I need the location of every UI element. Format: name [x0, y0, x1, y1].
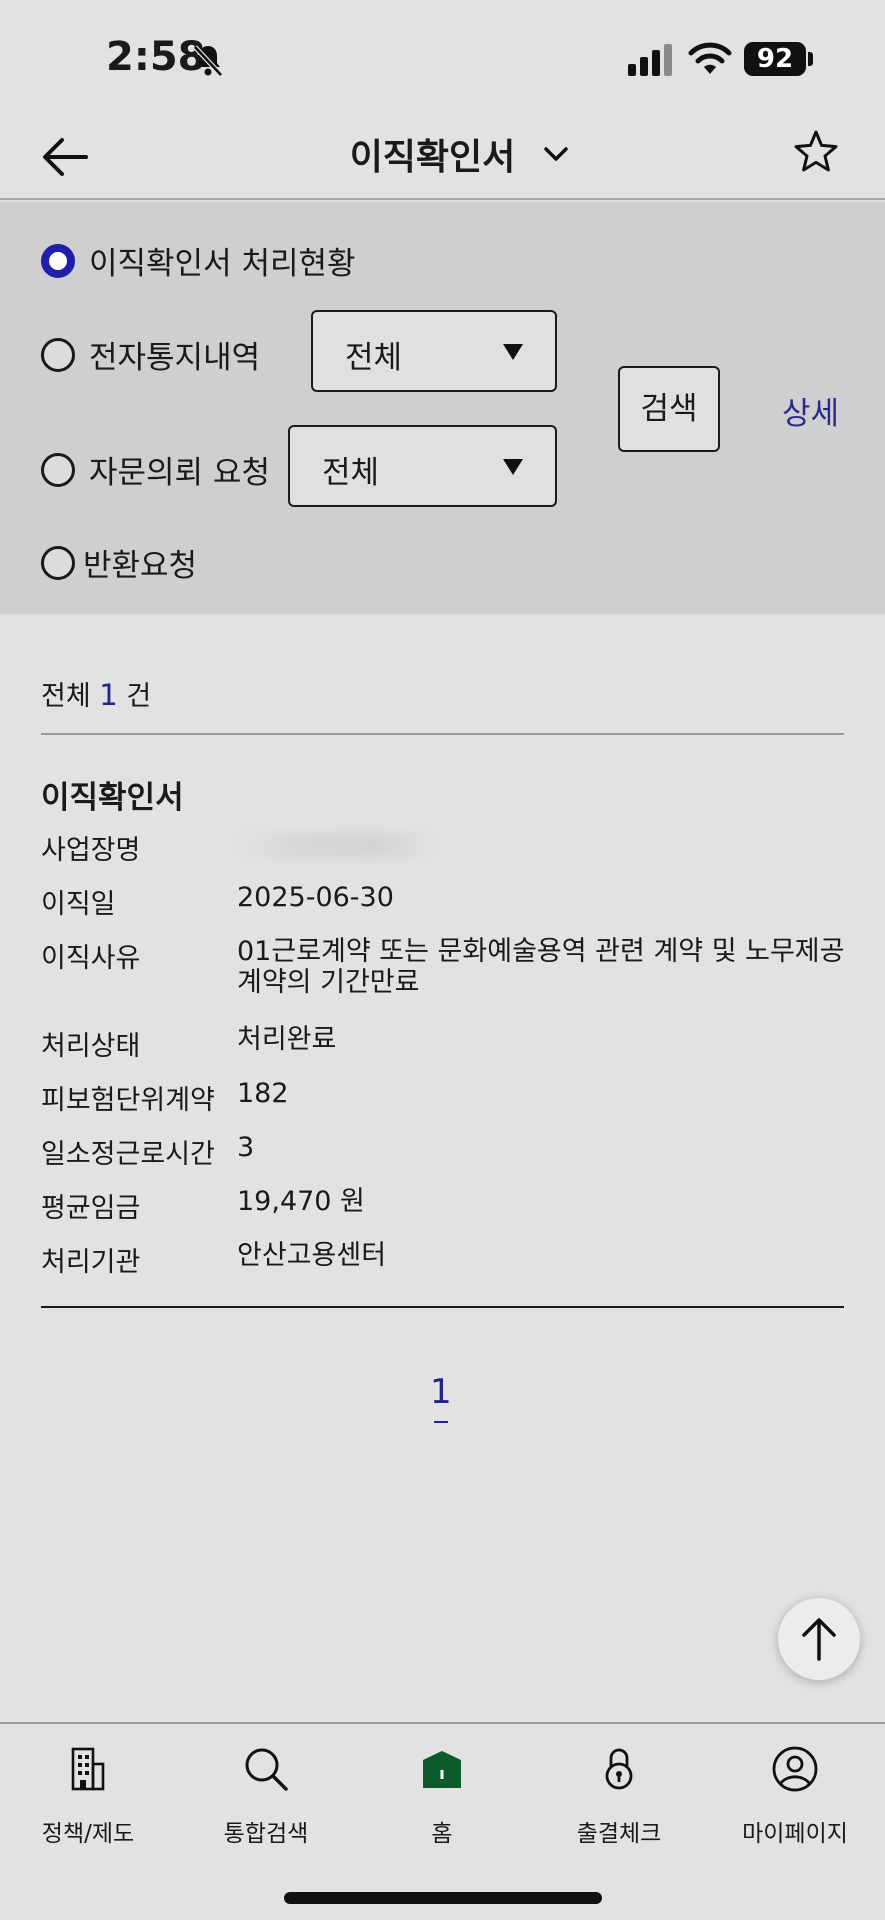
detail-label: 이직일: [41, 889, 116, 920]
tab-policy[interactable]: 정책/제도: [3, 1744, 173, 1848]
tab-label: 마이페이지: [742, 1821, 848, 1847]
user-icon: [772, 1746, 818, 1792]
detail-value: 182: [237, 1078, 289, 1109]
divider: [41, 733, 844, 735]
header: 이직확인서: [0, 110, 885, 200]
detail-value-redacted: [237, 828, 852, 865]
chevron-down-icon[interactable]: [542, 140, 570, 168]
tab-home[interactable]: 홈: [357, 1744, 527, 1848]
radio-label: 이직확인서 처리현황: [89, 246, 356, 282]
radio-button[interactable]: [41, 545, 75, 580]
tab-attendance[interactable]: 출결체크: [534, 1744, 704, 1848]
detail-link[interactable]: 상세: [782, 388, 839, 433]
battery-indicator: 92: [744, 42, 806, 76]
star-icon[interactable]: [792, 128, 840, 176]
select-value: 전체: [345, 340, 403, 376]
result-count: 전체 1 건: [41, 674, 151, 713]
battery-tip: [808, 52, 813, 66]
radio-option-status[interactable]: 이직확인서 처리현황: [41, 238, 356, 283]
arrow-up-icon: [802, 1618, 836, 1661]
count-suffix: 건: [126, 681, 152, 712]
e-notice-select[interactable]: 전체: [311, 310, 557, 392]
radio-button[interactable]: [41, 337, 75, 372]
wifi-icon: [688, 42, 732, 74]
tab-label: 출결체크: [576, 1821, 662, 1847]
page-number-current[interactable]: 1: [430, 1372, 452, 1412]
count-prefix: 전체: [41, 681, 91, 712]
detail-label: 일소정근로시간: [41, 1139, 215, 1170]
home-indicator: [284, 1892, 602, 1904]
radio-option-e-notice[interactable]: 전자통지내역: [41, 332, 260, 377]
detail-value: 처리완료: [237, 1024, 337, 1055]
tab-search[interactable]: 통합검색: [181, 1744, 351, 1848]
signal-icon: [628, 44, 672, 76]
detail-value: 19,470 원: [237, 1186, 365, 1217]
detail-label: 처리기관: [41, 1247, 141, 1278]
caret-down-icon: [503, 344, 523, 360]
radio-option-return-request[interactable]: 반환요청: [41, 540, 197, 585]
search-button[interactable]: 검색: [618, 366, 720, 452]
tab-mypage[interactable]: 마이페이지: [710, 1744, 880, 1848]
caret-down-icon: [503, 459, 523, 475]
home-icon: [423, 1751, 461, 1788]
bell-off-icon: [193, 45, 223, 77]
detail-value: 01근로계약 또는 문화예술용역 관련 계약 및 노무제공 계약의 기간만료: [237, 936, 845, 998]
detail-label: 처리상태: [41, 1031, 141, 1062]
redacted-blur: [237, 832, 437, 858]
radio-label: 자문의뢰 요청: [89, 455, 270, 491]
tab-label: 통합검색: [223, 1821, 309, 1847]
count-number: 1: [99, 678, 118, 712]
card-title: 이직확인서: [41, 780, 184, 816]
detail-value: 2025-06-30: [237, 882, 394, 913]
radio-option-consult-request[interactable]: 자문의뢰 요청: [41, 447, 270, 492]
detail-label: 평균임금: [41, 1193, 141, 1224]
radio-label: 전자통지내역: [89, 340, 261, 376]
status-bar: 2:58 92: [0, 0, 885, 110]
filter-panel: 이직확인서 처리현황 전자통지내역 전체 자문의뢰 요청 전체 반환요청 검색 …: [0, 202, 885, 614]
radio-button[interactable]: [41, 452, 75, 487]
select-value: 전체: [322, 455, 380, 491]
building-icon: [71, 1747, 105, 1791]
radio-button[interactable]: [41, 243, 75, 278]
lock-icon: [605, 1748, 633, 1790]
tab-label: 정책/제도: [41, 1821, 135, 1847]
search-icon: [245, 1748, 288, 1791]
divider: [41, 1306, 844, 1308]
radio-label: 반환요청: [83, 548, 198, 584]
tab-bar: 정책/제도 통합검색 홈 출결체크 마이페이지: [0, 1722, 885, 1920]
page-title[interactable]: 이직확인서: [0, 128, 885, 180]
detail-label: 사업장명: [41, 835, 141, 866]
detail-value: 안산고용센터: [237, 1240, 387, 1271]
detail-label: 이직사유: [41, 943, 141, 974]
detail-label: 피보험단위계약: [41, 1085, 215, 1116]
page-underline: [434, 1421, 448, 1423]
detail-value: 3: [237, 1132, 255, 1163]
scroll-top-button[interactable]: [778, 1598, 860, 1680]
tab-label: 홈: [431, 1821, 453, 1847]
consult-request-select[interactable]: 전체: [288, 425, 557, 507]
